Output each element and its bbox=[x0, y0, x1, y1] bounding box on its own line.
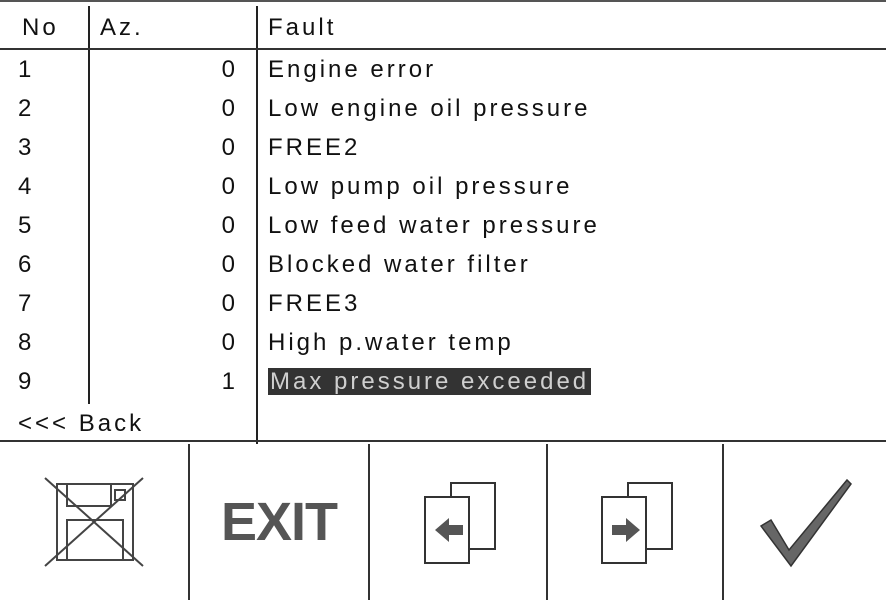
row-number: 3 bbox=[18, 134, 35, 161]
table-row[interactable]: 7 0 FREE3 bbox=[0, 284, 886, 324]
row-count: 0 bbox=[221, 95, 238, 122]
table-row[interactable]: 3 0 FREE2 bbox=[0, 128, 886, 168]
next-page-button[interactable] bbox=[548, 444, 722, 600]
toolbar: EXIT bbox=[0, 440, 886, 600]
delete-button[interactable] bbox=[0, 444, 188, 600]
row-fault-text: Low feed water pressure bbox=[268, 212, 600, 239]
row-fault-text: Low engine oil pressure bbox=[268, 95, 591, 122]
column-header-no: No bbox=[22, 14, 59, 41]
row-fault-text: High p.water temp bbox=[268, 329, 514, 356]
table-row[interactable]: 1 0 Engine error bbox=[0, 50, 886, 90]
row-fault-text: FREE3 bbox=[268, 290, 361, 317]
row-number: 6 bbox=[18, 251, 35, 278]
row-fault-text: FREE2 bbox=[268, 134, 361, 161]
row-fault: FREE2 bbox=[268, 128, 360, 168]
row-fault: Blocked water filter bbox=[268, 245, 531, 285]
table-row[interactable]: 5 0 Low feed water pressure bbox=[0, 206, 886, 246]
fault-table: No Az. Fault 1 0 Engine error 2 0 Low en… bbox=[0, 0, 886, 444]
back-link[interactable]: <<< Back bbox=[18, 404, 144, 444]
row-count: 0 bbox=[221, 290, 238, 317]
table-row[interactable]: 6 0 Blocked water filter bbox=[0, 245, 886, 285]
column-header-fault: Fault bbox=[268, 14, 337, 41]
confirm-button[interactable] bbox=[724, 444, 886, 600]
row-number: 5 bbox=[18, 212, 35, 239]
table-row[interactable]: 8 0 High p.water temp bbox=[0, 323, 886, 363]
row-number: 2 bbox=[18, 95, 35, 122]
table-row-selected[interactable]: 9 1 Max pressure exceeded bbox=[0, 362, 886, 402]
row-fault-text-highlighted: Max pressure exceeded bbox=[268, 368, 592, 395]
row-count: 0 bbox=[221, 212, 238, 239]
table-row[interactable]: 4 0 Low pump oil pressure bbox=[0, 167, 886, 207]
row-count: 1 bbox=[221, 368, 238, 395]
row-number: 7 bbox=[18, 290, 35, 317]
fault-log-screen: No Az. Fault 1 0 Engine error 2 0 Low en… bbox=[0, 0, 886, 600]
row-number: 9 bbox=[18, 368, 35, 395]
row-fault: Engine error bbox=[268, 50, 436, 90]
checkmark-icon bbox=[759, 478, 852, 568]
row-number: 4 bbox=[18, 173, 35, 200]
row-fault: Low feed water pressure bbox=[268, 206, 600, 246]
row-count: 0 bbox=[221, 173, 238, 200]
next-page-icon bbox=[601, 482, 673, 564]
row-fault: Low engine oil pressure bbox=[268, 89, 591, 129]
exit-button[interactable]: EXIT bbox=[190, 444, 368, 600]
row-fault: Low pump oil pressure bbox=[268, 167, 572, 207]
table-row[interactable]: 2 0 Low engine oil pressure bbox=[0, 89, 886, 129]
exit-label: EXIT bbox=[220, 492, 338, 552]
row-fault: FREE3 bbox=[268, 284, 360, 324]
previous-page-icon bbox=[424, 482, 496, 564]
row-fault-text: Low pump oil pressure bbox=[268, 173, 573, 200]
column-header-az: Az. bbox=[100, 14, 144, 41]
row-count: 0 bbox=[221, 134, 238, 161]
row-fault-text: Engine error bbox=[268, 56, 437, 83]
delete-save-icon bbox=[44, 477, 144, 567]
previous-page-button[interactable] bbox=[370, 444, 546, 600]
row-fault: Max pressure exceeded bbox=[268, 362, 592, 402]
row-number: 8 bbox=[18, 329, 35, 356]
row-count: 0 bbox=[221, 56, 238, 83]
row-fault-text: Blocked water filter bbox=[268, 251, 531, 278]
row-count: 0 bbox=[221, 251, 238, 278]
row-number: 1 bbox=[18, 56, 35, 83]
row-count: 0 bbox=[221, 329, 238, 356]
row-fault: High p.water temp bbox=[268, 323, 514, 363]
